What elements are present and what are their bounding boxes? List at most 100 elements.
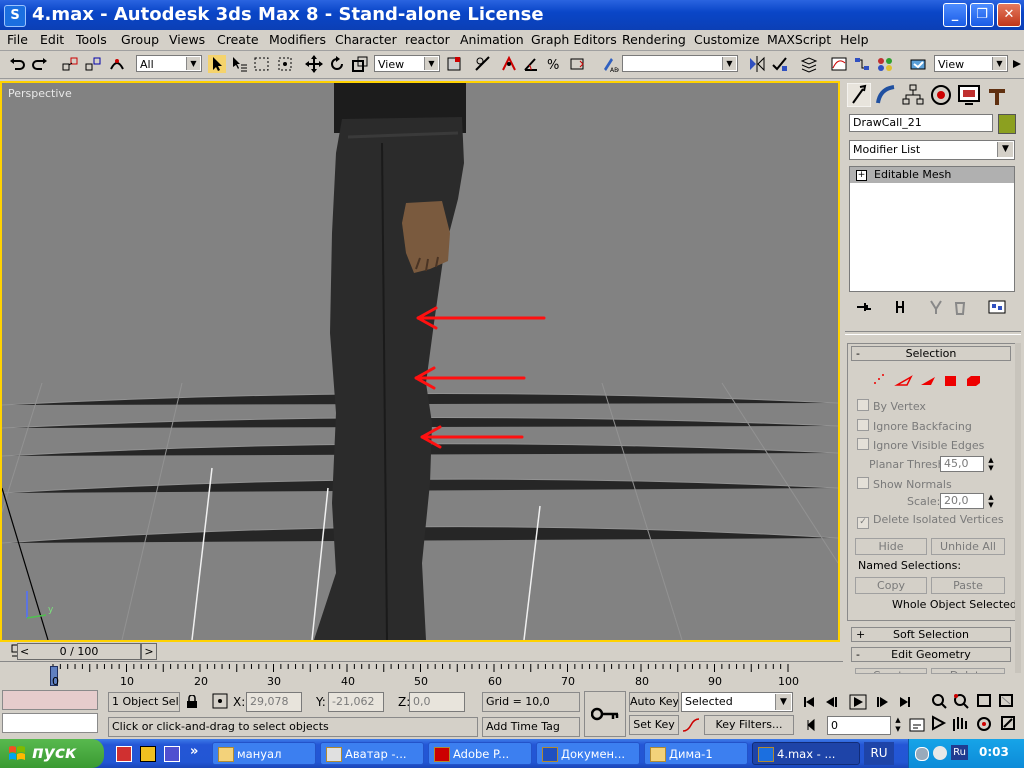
y-coordinate-field[interactable]: -21,062 <box>328 692 384 712</box>
checkmark-icon[interactable]: ✓ <box>857 517 869 529</box>
z-coordinate-field[interactable]: 0,0 <box>409 692 465 712</box>
schematic-view-icon[interactable] <box>853 55 871 73</box>
object-name-field[interactable]: DrawCall_21 <box>849 114 993 132</box>
mirror-icon[interactable] <box>748 55 766 73</box>
select-and-move-icon[interactable] <box>305 55 323 73</box>
render-type-dropdown[interactable]: View ▼ <box>934 55 1008 72</box>
task-manual[interactable]: мануал <box>212 742 316 765</box>
app-icon[interactable]: S <box>4 5 26 27</box>
menu-rendering[interactable]: Rendering <box>622 32 686 47</box>
quicklaunch-media-icon[interactable] <box>140 746 156 762</box>
minimize-button[interactable]: _ <box>943 3 967 27</box>
track-bar[interactable]: 0 10 20 30 40 50 60 70 80 90 100 <box>0 661 843 688</box>
named-selection-edit-icon[interactable]: ABC <box>601 55 619 73</box>
menu-file[interactable]: File <box>7 32 28 47</box>
menu-maxscript[interactable]: MAXScript <box>767 32 831 47</box>
quicklaunch-tool-icon[interactable] <box>164 746 180 762</box>
maximize-viewport-icon[interactable] <box>1001 716 1015 730</box>
task-3dsmax[interactable]: 4.max - ... <box>752 742 860 765</box>
hierarchy-tab-icon[interactable] <box>901 83 925 107</box>
display-tab-icon[interactable] <box>957 83 981 107</box>
previous-frame-icon[interactable] <box>826 697 837 707</box>
render-scene-icon[interactable] <box>909 55 927 73</box>
unlink-selection-icon[interactable] <box>84 55 102 73</box>
expand-plus-icon[interactable]: + <box>856 170 867 181</box>
polygon-icon[interactable] <box>945 376 956 386</box>
set-key-button[interactable]: Set Key <box>629 715 679 735</box>
zoom-icon[interactable] <box>932 694 947 709</box>
menu-views[interactable]: Views <box>169 32 205 47</box>
menu-edit[interactable]: Edit <box>40 32 64 47</box>
menu-character[interactable]: Character <box>335 32 397 47</box>
x-coordinate-field[interactable]: 29,078 <box>246 692 302 712</box>
ignore-visible-edges-checkbox[interactable]: Ignore Visible Edges <box>857 438 984 452</box>
percent-snap-icon[interactable]: % <box>545 55 563 73</box>
menu-group[interactable]: Group <box>121 32 159 47</box>
restore-button[interactable]: ❐ <box>970 3 994 27</box>
rectangular-selection-icon[interactable] <box>253 55 271 73</box>
select-and-manipulate-icon[interactable] <box>474 55 492 73</box>
edge-icon[interactable] <box>894 375 913 386</box>
menu-animation[interactable]: Animation <box>460 32 524 47</box>
named-selection-sets-dropdown[interactable]: ▼ <box>622 55 738 72</box>
current-frame-field[interactable]: 0 <box>827 716 891 735</box>
show-normals-checkbox[interactable]: Show Normals <box>857 477 952 491</box>
zoom-all-icon[interactable] <box>954 694 969 709</box>
ignore-backfacing-checkbox[interactable]: Ignore Backfacing <box>857 419 972 433</box>
checkbox[interactable] <box>857 438 869 450</box>
task-dima[interactable]: Дима-1 <box>644 742 748 765</box>
motion-tab-icon[interactable] <box>929 83 953 107</box>
selection-lock-icon[interactable] <box>186 695 198 709</box>
object-color-swatch[interactable] <box>998 114 1016 134</box>
soft-selection-rollout-header[interactable]: + Soft Selection <box>851 627 1011 642</box>
time-slider-thumb[interactable]: <0 / 100 <box>17 643 141 660</box>
next-frame-arrow-icon[interactable]: > <box>141 643 157 660</box>
go-to-start-icon[interactable] <box>804 697 814 707</box>
go-to-end-icon[interactable] <box>900 697 910 707</box>
key-filters-button[interactable]: Key Filters... <box>704 715 794 735</box>
task-adobe[interactable]: Adobe P... <box>428 742 532 765</box>
absolute-mode-icon[interactable] <box>212 693 228 709</box>
redo-icon[interactable] <box>31 55 49 73</box>
tray-volume-icon[interactable] <box>915 747 929 761</box>
key-mode-toggle-icon[interactable] <box>806 718 820 732</box>
paste-button[interactable]: Paste <box>931 577 1005 594</box>
start-button[interactable]: пуск <box>0 739 104 768</box>
modifier-list-dropdown[interactable]: Modifier List ▼ <box>849 140 1015 160</box>
arc-rotate-icon[interactable] <box>977 717 991 731</box>
menu-create[interactable]: Create <box>217 32 259 47</box>
reference-coordinate-dropdown[interactable]: View ▼ <box>374 55 440 72</box>
vertex-icon[interactable] <box>874 374 884 384</box>
edit-geometry-rollout-header[interactable]: - Edit Geometry <box>851 647 1011 662</box>
by-vertex-checkbox[interactable]: By Vertex <box>857 399 926 413</box>
selection-rollout-header[interactable]: - Selection <box>851 346 1011 361</box>
zoom-extents-all-icon[interactable] <box>999 694 1013 707</box>
key-mode-dropdown[interactable]: Selected ▼ <box>681 692 793 712</box>
task-avatar[interactable]: Аватар -... <box>320 742 424 765</box>
utilities-tab-icon[interactable] <box>985 83 1009 107</box>
spinner-arrows-icon[interactable]: ▲ ▼ <box>986 493 996 509</box>
checkbox[interactable] <box>857 477 869 489</box>
undo-icon[interactable] <box>8 55 26 73</box>
remove-modifier-icon[interactable] <box>951 299 969 315</box>
select-by-name-icon[interactable] <box>230 55 248 73</box>
tray-language-indicator[interactable]: Ru <box>951 745 968 760</box>
tray-app-icon[interactable] <box>933 746 947 760</box>
configure-modifier-sets-icon[interactable] <box>987 299 1007 315</box>
modifier-stack[interactable]: + Editable Mesh <box>849 166 1015 292</box>
language-bar[interactable]: RU <box>864 742 894 765</box>
curve-editor-icon[interactable] <box>830 55 848 73</box>
field-of-view-icon[interactable] <box>932 715 947 731</box>
select-and-link-icon[interactable] <box>61 55 79 73</box>
angle-snap-icon[interactable] <box>522 55 540 73</box>
show-end-result-icon[interactable] <box>891 299 909 315</box>
layer-manager-icon[interactable] <box>800 55 818 73</box>
unhide-all-button[interactable]: Unhide All <box>931 538 1005 555</box>
menu-tools[interactable]: Tools <box>76 32 107 47</box>
menu-graph-editors[interactable]: Graph Editors <box>531 32 617 47</box>
viewport-label[interactable]: Perspective <box>8 87 72 100</box>
next-frame-icon[interactable] <box>877 697 888 707</box>
hide-button[interactable]: Hide <box>855 538 927 555</box>
bind-space-warp-icon[interactable] <box>108 55 126 73</box>
quick-render-icon[interactable] <box>1012 55 1022 73</box>
